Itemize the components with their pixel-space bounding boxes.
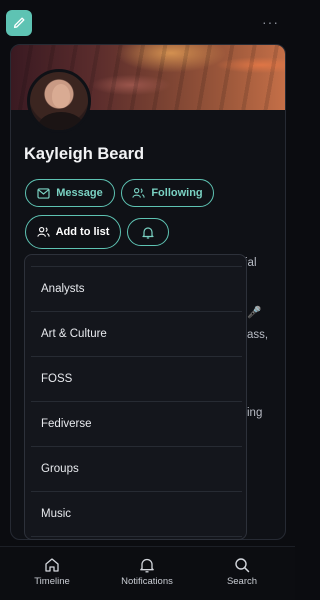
more-dots-icon[interactable]: ··· (262, 14, 279, 30)
profile-name: Kayleigh Beard (24, 145, 145, 163)
pencil-icon (12, 16, 26, 30)
bottom-nav: Timeline Notifications Search (0, 546, 295, 600)
bio-fragment: ass, (247, 329, 269, 341)
avatar[interactable] (27, 69, 91, 133)
nav-notifications-label: Notifications (121, 576, 173, 587)
home-icon (44, 557, 60, 573)
bell-icon (142, 226, 154, 239)
list-item-analysts[interactable]: Analysts (31, 267, 242, 312)
nav-search[interactable]: Search (202, 557, 282, 587)
message-label: Message (56, 187, 103, 199)
nav-search-label: Search (226, 576, 258, 587)
message-button[interactable]: Message (25, 179, 115, 207)
notify-bell-button[interactable] (127, 218, 169, 246)
list-item-music[interactable]: Music (31, 492, 242, 537)
top-bar: ··· (0, 0, 295, 46)
list-item-art-culture[interactable]: Art & Culture (31, 312, 242, 357)
add-to-list-button[interactable]: Add to list (25, 215, 121, 249)
mail-icon (37, 187, 50, 199)
following-label: Following (151, 187, 203, 199)
bio-fragment: ing (247, 407, 263, 419)
nav-notifications[interactable]: Notifications (107, 557, 187, 587)
add-to-list-label: Add to list (55, 226, 110, 238)
compose-button[interactable] (6, 10, 32, 36)
nav-timeline-label: Timeline (34, 576, 70, 587)
users-icon (36, 226, 50, 238)
bio-fragment: 🎤 (247, 307, 262, 319)
lists-dropdown: Analysts Art & Culture FOSS Fediverse Gr… (24, 254, 247, 540)
following-button[interactable]: Following (121, 179, 214, 207)
search-icon (234, 557, 250, 573)
bell-icon (139, 557, 155, 573)
nav-timeline[interactable]: Timeline (12, 557, 92, 587)
users-icon (132, 187, 145, 199)
list-item-foss[interactable]: FOSS (31, 357, 242, 402)
list-item-groups[interactable]: Groups (31, 447, 242, 492)
list-item-fediverse[interactable]: Fediverse (31, 402, 242, 447)
